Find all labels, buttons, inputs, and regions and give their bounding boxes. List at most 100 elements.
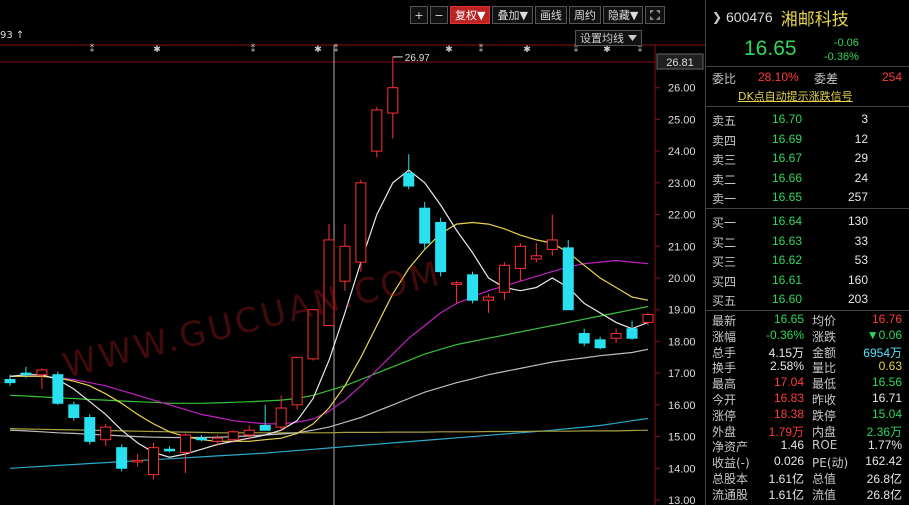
candle-body[interactable]: [642, 313, 654, 323]
price-change: -0.06 -0.36%: [824, 37, 859, 63]
quote-panel: ❯ 600476 湘邮科技 16.65 -0.06 -0.36% 委比 28.1…: [705, 0, 909, 505]
candle-body[interactable]: [20, 372, 32, 376]
candle-body[interactable]: [562, 247, 574, 311]
y-tick-label: 24.00: [668, 146, 696, 158]
y-tick-label: 20.00: [668, 273, 696, 285]
stat-row: 收益(-) 0.026 PE(动) 162.42: [712, 454, 902, 471]
divider: [706, 106, 909, 107]
candle-body[interactable]: [371, 109, 383, 152]
y-tick-label: 15.00: [668, 432, 696, 444]
top-indicator: 93 ↑: [0, 30, 25, 41]
stat-row: 总手 4.15万 金额 6954万: [712, 345, 902, 360]
huaxian-button[interactable]: 画线: [534, 6, 567, 24]
candle-body[interactable]: [307, 309, 319, 360]
event-marker[interactable]: ⁑: [479, 43, 484, 55]
event-marker[interactable]: ✱: [603, 45, 611, 55]
candle-body[interactable]: [36, 369, 48, 376]
candle-body[interactable]: [546, 239, 558, 250]
zhouqi-button[interactable]: 周约: [568, 6, 601, 24]
buy-level-row: 买四 16.61 160: [712, 272, 868, 289]
y-tick-label: 25.00: [668, 114, 696, 126]
sell-level-row: 卖五 16.70 3: [712, 112, 868, 128]
stat-row: 流通股 1.61亿 流值 26.8亿: [712, 487, 902, 502]
candle-body[interactable]: [259, 424, 271, 431]
candle-body[interactable]: [419, 207, 431, 244]
stock-code: 600476: [726, 9, 773, 25]
event-marker[interactable]: ⁑: [251, 43, 256, 55]
candle-body[interactable]: [243, 429, 255, 436]
fullscreen-button[interactable]: [645, 6, 666, 24]
sell-level-row: 卖一 16.65 257: [712, 190, 868, 206]
candle-body[interactable]: [227, 431, 239, 441]
kline-chart-area[interactable]: ⁑ ✱ ⁑ ✱ ⁑ ✱ ⁑ ✱ ⁑ ✱ ⁑ 13.00 14.00 15.00 16.00 17.00 18.0…: [0, 0, 705, 505]
max-price-label: 26.97: [405, 53, 430, 64]
candle-body[interactable]: [4, 378, 16, 384]
candle-body[interactable]: [132, 459, 144, 463]
candle-body[interactable]: [211, 437, 223, 442]
y-tick-label: 19.00: [668, 305, 696, 317]
candle-body[interactable]: [514, 245, 526, 269]
yincang-button[interactable]: 隐藏▼: [602, 6, 644, 24]
zoom-out-button[interactable]: −: [430, 6, 448, 24]
chevron-down-icon: [628, 35, 637, 41]
candle-body[interactable]: [52, 374, 64, 404]
candle-body[interactable]: [291, 356, 303, 406]
candle-body[interactable]: [164, 448, 175, 452]
candle-body[interactable]: [148, 447, 160, 476]
candle-body[interactable]: [435, 221, 447, 273]
candle-body[interactable]: [116, 447, 128, 469]
candle-body[interactable]: [387, 87, 399, 114]
sell-level-row: 卖四 16.69 12: [712, 131, 868, 148]
fuquan-button[interactable]: 复权▼: [450, 6, 491, 24]
current-price: 16.65: [744, 37, 797, 60]
candle-body[interactable]: [451, 282, 463, 285]
candle-body[interactable]: [323, 239, 335, 327]
candle-body[interactable]: [195, 437, 207, 441]
sell-level-row: 卖三 16.67 29: [712, 151, 868, 167]
event-marker[interactable]: ✱: [314, 45, 322, 55]
stock-header: ❯ 600476 湘邮科技: [706, 6, 909, 30]
expand-icon[interactable]: ❯: [712, 10, 726, 24]
candle-body[interactable]: [355, 182, 367, 263]
event-marker[interactable]: ✱: [445, 45, 453, 55]
y-tick-label: 18.00: [668, 336, 696, 348]
event-marker[interactable]: ⁑: [90, 43, 95, 55]
candle-body[interactable]: [594, 339, 606, 349]
stat-row: 外盘 1.79万 内盘 2.36万: [712, 424, 902, 439]
buy-level-row: 买一 16.64 130: [712, 214, 868, 230]
candle-body[interactable]: [530, 255, 542, 260]
chart-toolbar: + − 复权▼ 叠加▼ 画线 周约 隐藏▼: [410, 6, 666, 26]
y-tick-label: 13.00: [668, 495, 696, 505]
candle-body[interactable]: [84, 417, 96, 442]
candle-body[interactable]: [467, 274, 479, 301]
candle-body[interactable]: [275, 407, 287, 428]
ma-setting-button[interactable]: 设置均线: [575, 30, 642, 46]
diejia-button[interactable]: 叠加▼: [492, 6, 533, 24]
top-value-label: 26.81: [666, 57, 694, 69]
candle-body[interactable]: [403, 172, 415, 187]
y-tick-label: 26.00: [668, 83, 696, 95]
candle-body[interactable]: [626, 328, 638, 339]
sell-level-row: 卖二 16.66 24: [712, 170, 868, 187]
event-marker[interactable]: ✱: [523, 45, 531, 55]
candle-body[interactable]: [610, 332, 622, 339]
y-tick-label: 22.00: [668, 210, 696, 222]
signal-link[interactable]: DK点自动提示涨跌信号: [738, 88, 853, 104]
y-tick-label: 14.00: [668, 463, 696, 475]
divider: [706, 66, 909, 67]
candle-body[interactable]: [578, 332, 590, 344]
stat-row: 今开 16.83 昨收 16.71: [712, 391, 902, 407]
candle-body[interactable]: [179, 434, 191, 453]
stat-row: 总股本 1.61亿 总值 26.8亿: [712, 472, 902, 486]
kline-chart[interactable]: ⁑ ✱ ⁑ ✱ ⁑ ✱ ⁑ ✱ ⁑ ✱ ⁑13.0014.0015.0016.0017.0018.0…: [0, 0, 705, 505]
candle-body[interactable]: [68, 404, 80, 419]
stat-row: 最高 17.04 最低 16.56: [712, 375, 902, 392]
candle-body[interactable]: [100, 426, 112, 441]
candle-body[interactable]: [339, 245, 351, 282]
event-marker[interactable]: ✱: [153, 45, 161, 55]
zoom-in-button[interactable]: +: [410, 6, 428, 24]
buy-level-row: 买三 16.62 53: [712, 253, 868, 269]
candle-body[interactable]: [483, 296, 494, 301]
candle-body[interactable]: [498, 264, 510, 293]
stat-row: 换手 2.58% 量比 0.63: [712, 359, 902, 376]
